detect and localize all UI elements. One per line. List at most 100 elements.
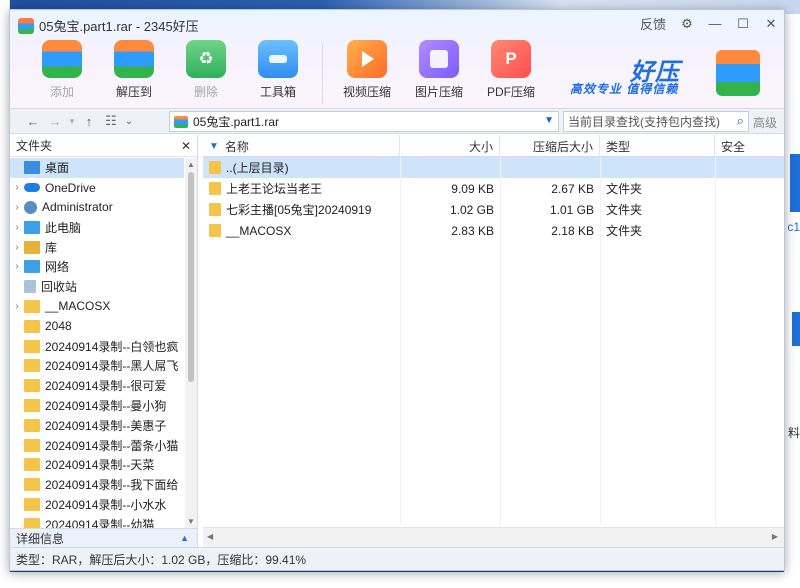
delete-button[interactable]: ♻ 删除 <box>170 40 242 104</box>
archive-icon <box>174 115 188 128</box>
sidebar-item-label: __MACOSX <box>45 299 111 314</box>
sidebar-item[interactable]: 20240914录制--白领也疯 <box>10 336 184 356</box>
column-name[interactable]: ▼ 名称 <box>203 135 400 157</box>
cell-name: 上老王论坛当老王 <box>203 178 400 199</box>
background-blue-block <box>792 312 800 346</box>
history-chevron-icon[interactable]: ▾ <box>66 109 78 133</box>
sidebar-item[interactable]: 20240914录制--幼猫 <box>10 514 184 528</box>
column-compressed-size[interactable]: 压缩后大小 <box>500 135 600 157</box>
scroll-up-icon[interactable]: ▲ <box>187 160 195 169</box>
cell-security <box>715 157 784 178</box>
desktop-icon <box>24 161 40 175</box>
sidebar-item[interactable]: 20240914录制--我下面给 <box>10 475 184 495</box>
expand-chevron-icon[interactable]: › <box>10 242 24 253</box>
expand-chevron-icon[interactable]: › <box>10 182 24 193</box>
search-icon[interactable]: ⌕ <box>737 113 744 129</box>
sidebar-scrollbar[interactable]: ▲ ▼ <box>185 158 197 528</box>
sidebar-item[interactable]: 20240914录制--很可爱 <box>10 376 184 396</box>
sidebar-item-label: 桌面 <box>45 159 70 177</box>
column-type[interactable]: 类型 <box>600 135 715 157</box>
parent-directory-row[interactable]: ..(上层目录) <box>203 157 784 178</box>
sidebar-close-icon[interactable]: ✕ <box>181 139 191 153</box>
sidebar-item-label: 20240914录制--天菜 <box>45 458 155 473</box>
expand-chevron-icon[interactable]: › <box>10 222 24 233</box>
cell-type: 文件夹 <box>600 220 715 241</box>
folder-icon <box>209 182 221 195</box>
sidebar-item[interactable]: 20240914录制--蕾条小猫 <box>10 435 184 455</box>
pdf-compress-label: PDF压缩 <box>486 85 535 99</box>
folder-tree: 桌面 › OneDrive › Administrator › 此电脑 › 库 › 网络 回收站 › __… <box>10 158 184 528</box>
forward-arrow-icon[interactable]: → <box>44 109 66 133</box>
advanced-search-link[interactable]: 高级 <box>753 114 777 131</box>
folder-icon <box>24 458 40 472</box>
sidebar-item[interactable]: › __MACOSX <box>10 297 184 317</box>
sidebar-item[interactable]: 20240914录制--曼小狗 <box>10 396 184 416</box>
file-row[interactable]: __MACOSX 2.83 KB 2.18 KB 文件夹 <box>203 220 784 241</box>
sidebar-item[interactable]: › 库 <box>10 237 184 257</box>
extract-button[interactable]: 解压到 <box>98 40 170 104</box>
cell-name: 七彩主播[05兔宝]20240919 <box>203 199 400 220</box>
sidebar-item[interactable]: › OneDrive <box>10 178 184 198</box>
folder-icon <box>209 224 221 237</box>
sidebar-item[interactable]: › 此电脑 <box>10 217 184 237</box>
column-divider <box>400 157 401 525</box>
cell-text: 上老王论坛当老王 <box>226 182 323 196</box>
minimize-icon[interactable]: — <box>708 16 722 31</box>
add-button[interactable]: 添加 <box>26 40 98 104</box>
address-bar[interactable]: 05兔宝.part1.rar ▼ <box>169 111 559 132</box>
address-dropdown-icon[interactable]: ▼ <box>544 115 554 126</box>
file-row[interactable]: 七彩主播[05兔宝]20240919 1.02 GB 1.01 GB 文件夹 <box>203 199 784 220</box>
folder-icon <box>24 497 40 511</box>
pdf-compress-button[interactable]: P PDF压缩 <box>475 40 547 104</box>
scrollbar-thumb[interactable] <box>188 172 194 382</box>
view-mode-chevron-icon[interactable]: ⌄ <box>122 109 136 133</box>
cell-text: ..(上层目录) <box>226 161 289 175</box>
gear-icon[interactable]: ⚙ <box>680 16 694 32</box>
scroll-right-icon[interactable]: ▶ <box>772 532 778 541</box>
scroll-down-icon[interactable]: ▼ <box>187 517 195 526</box>
sidebar-item[interactable]: 20240914录制--小水水 <box>10 495 184 515</box>
sidebar-item[interactable]: › Administrator <box>10 198 184 218</box>
horizontal-scrollbar[interactable]: ◀ ▶ <box>203 527 784 547</box>
sort-arrow-icon: ▼ <box>209 140 219 152</box>
desktop-background-right <box>784 14 800 588</box>
sidebar-item[interactable]: 20240914录制--天菜 <box>10 455 184 475</box>
sidebar-title: 文件夹 <box>16 139 53 153</box>
expand-chevron-icon[interactable]: › <box>10 261 24 272</box>
title-bar: 05兔宝.part1.rar - 2345好压 反馈 ⚙ — ☐ ✕ 添加 解压… <box>10 10 784 108</box>
maximize-icon[interactable]: ☐ <box>736 16 750 32</box>
search-input[interactable]: 当前目录查找(支持包内查找) ⌕ <box>563 111 749 132</box>
close-icon[interactable]: ✕ <box>764 16 778 32</box>
pdf-icon: P <box>491 40 531 78</box>
view-mode-icon[interactable]: ☷ <box>100 109 122 133</box>
sidebar-item[interactable]: 回收站 <box>10 277 184 297</box>
column-size[interactable]: 大小 <box>400 135 500 157</box>
sidebar-item-label: 20240914录制--曼小狗 <box>45 398 167 413</box>
sidebar-item[interactable]: 20240914录制--黑人屌飞 <box>10 356 184 376</box>
file-row[interactable]: 上老王论坛当老王 9.09 KB 2.67 KB 文件夹 <box>203 178 784 199</box>
brand-banner: 好压 高效专业 值得信赖 <box>570 48 760 104</box>
video-compress-button[interactable]: 视频压缩 <box>331 40 403 104</box>
back-arrow-icon[interactable]: ← <box>22 109 44 133</box>
details-panel-toggle[interactable]: 详细信息 ▲ <box>10 528 197 547</box>
toolbox-icon <box>258 40 298 78</box>
sidebar-item[interactable]: 20240914录制--美惠子 <box>10 415 184 435</box>
expand-chevron-icon[interactable]: › <box>10 202 24 213</box>
expand-chevron-icon[interactable]: › <box>10 301 24 312</box>
toolbox-button[interactable]: 工具箱 <box>242 40 314 104</box>
up-arrow-icon[interactable]: ↑ <box>78 109 100 133</box>
column-security[interactable]: 安全 <box>715 135 784 157</box>
column-divider <box>715 157 716 525</box>
sidebar-item-label: 20240914录制--我下面给 <box>45 478 179 493</box>
sidebar-item[interactable]: 桌面 <box>10 158 184 178</box>
cell-type <box>600 157 715 178</box>
sidebar-item[interactable]: 2048 <box>10 316 184 336</box>
cell-text: 七彩主播[05兔宝]20240919 <box>226 203 372 217</box>
feedback-link[interactable]: 反馈 <box>640 14 666 33</box>
scroll-left-icon[interactable]: ◀ <box>207 532 213 541</box>
column-name-label: 名称 <box>224 139 249 154</box>
main-toolbar: 添加 解压到 ♻ 删除 工具箱 视频压缩 图片压缩 P PDF压缩 <box>26 40 547 104</box>
sidebar-item[interactable]: › 网络 <box>10 257 184 277</box>
image-compress-button[interactable]: 图片压缩 <box>403 40 475 104</box>
folder-icon <box>209 203 221 216</box>
